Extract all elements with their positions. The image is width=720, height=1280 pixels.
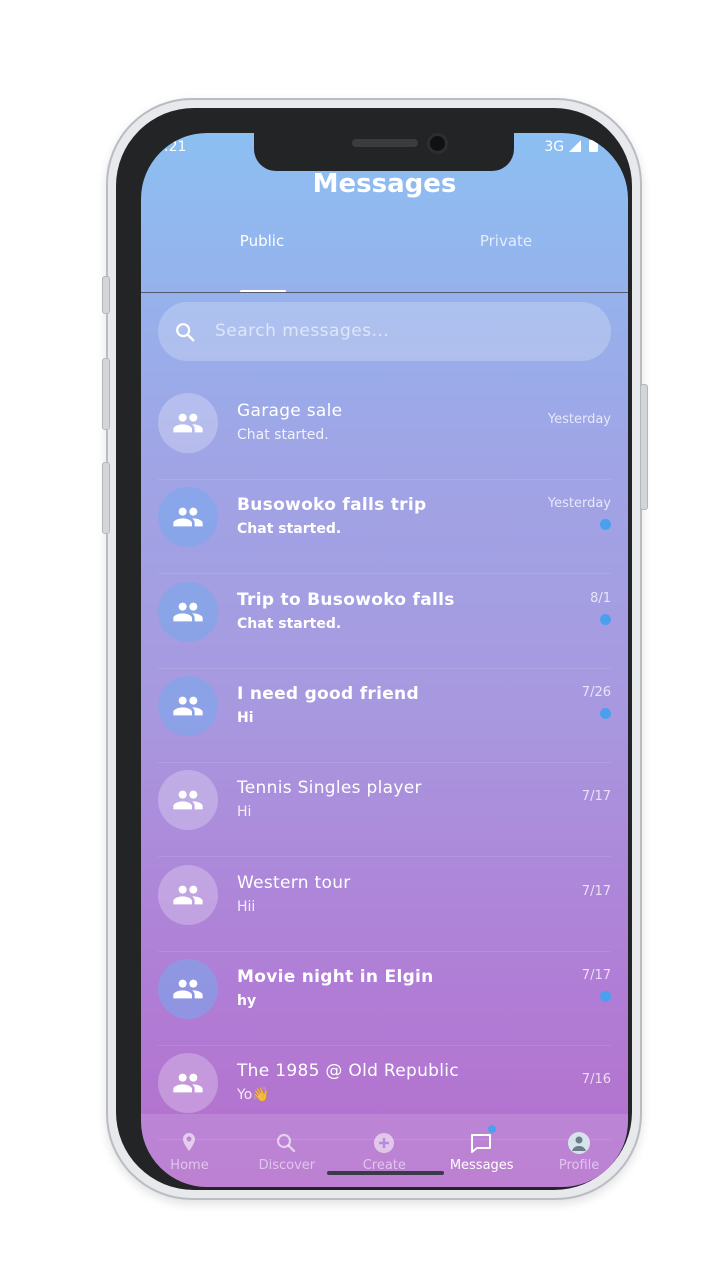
silent-switch (102, 276, 110, 314)
conversation-time: 8/1 (590, 590, 611, 606)
nav-item-discover[interactable]: Discover (238, 1114, 335, 1187)
search-icon (274, 1131, 298, 1155)
conversation-time: Yesterday (547, 496, 611, 512)
conversation-time: 7/17 (581, 789, 611, 805)
speaker (352, 139, 418, 147)
home-indicator (327, 1171, 444, 1175)
plus-circle-icon (372, 1131, 396, 1155)
conversation-preview: Chat started. (237, 615, 342, 632)
signal-icon (568, 140, 581, 152)
search-input[interactable]: Search messages... (215, 321, 389, 341)
conversation-preview: Chat started. (237, 521, 342, 538)
profile-avatar-icon (567, 1131, 591, 1155)
unread-dot (600, 613, 611, 625)
conversation-preview: Chat started. (237, 427, 329, 443)
volume-down-button (102, 462, 110, 534)
front-camera (430, 136, 445, 151)
tab-private[interactable]: Private (446, 232, 566, 250)
network-type: 3G (544, 139, 565, 155)
conversation-time: Yesterday (547, 412, 611, 427)
conversation-row[interactable]: Trip to Busowoko falls Chat started. 8/1 (158, 574, 611, 669)
search-icon (176, 323, 195, 342)
conversation-row[interactable]: Tennis Singles player Hi 7/17 (158, 762, 611, 858)
conversation-time: 7/26 (581, 684, 611, 700)
conversation-preview: hy (237, 992, 257, 1009)
nav-item-create[interactable]: Create (336, 1114, 433, 1187)
page-title: Messages (312, 169, 457, 199)
unread-dot (600, 707, 611, 719)
conversation-row[interactable]: I need good friend Hi 7/26 (158, 668, 611, 763)
group-avatar (158, 581, 218, 642)
nav-item-profile[interactable]: Profile (531, 1114, 628, 1187)
group-avatar (158, 864, 218, 925)
nav-item-home[interactable]: Home (141, 1114, 238, 1187)
status-network: 3G (544, 139, 598, 155)
conversation-title: Garage sale (237, 401, 343, 421)
unread-dot (600, 990, 611, 1002)
conversation-title: The 1985 @ Old Republic (237, 1061, 459, 1082)
chat-bubble-icon (469, 1131, 493, 1155)
location-pin-icon (177, 1131, 201, 1155)
conversation-preview: Hii (237, 898, 256, 915)
conversation-time: 7/17 (581, 967, 611, 983)
group-avatar (158, 487, 218, 548)
conversation-row[interactable]: Movie night in Elgin hy 7/17 (158, 951, 611, 1046)
app-screen: 3:21 3G Messages Public Private Search m… (141, 133, 628, 1187)
conversation-row[interactable]: Busowoko falls trip Chat started. Yesterda… (158, 479, 611, 575)
conversation-time: 7/16 (581, 1072, 611, 1088)
conversation-row[interactable]: Western tour Hii 7/17 (158, 857, 611, 952)
battery-icon (589, 139, 598, 152)
group-avatar (158, 393, 218, 453)
conversation-preview: Hi (237, 804, 252, 821)
status-time: 3:21 (155, 139, 187, 155)
tab-public[interactable]: Public (202, 232, 322, 250)
power-button (640, 384, 648, 510)
notch (254, 133, 514, 171)
conversation-title: Busowoko falls trip (237, 495, 427, 516)
nav-label: Profile (558, 1158, 600, 1173)
nav-label: Messages (449, 1158, 514, 1173)
search-bar[interactable]: Search messages... (158, 302, 611, 361)
bottom-nav: Home Discover Create Messages Profile (141, 1114, 628, 1187)
conversation-row[interactable]: Garage sale Chat started. Yesterday (158, 385, 611, 480)
phone-bezel: 3:21 3G Messages Public Private Search m… (116, 108, 632, 1190)
conversation-time: 7/17 (581, 883, 611, 899)
volume-up-button (102, 358, 110, 430)
conversation-title: Movie night in Elgin (237, 966, 434, 987)
conversation-preview: Yo👋 (237, 1087, 270, 1104)
unread-dot (600, 519, 611, 531)
conversation-title: Trip to Busowoko falls (237, 589, 455, 610)
conversation-preview: Hi (237, 709, 254, 726)
nav-label: Discover (258, 1158, 316, 1173)
tab-divider (141, 292, 628, 293)
nav-label: Home (170, 1158, 209, 1173)
group-avatar (158, 1053, 218, 1114)
notification-badge (488, 1125, 497, 1133)
nav-item-messages[interactable]: Messages (433, 1114, 530, 1187)
phone-frame: 3:21 3G Messages Public Private Search m… (102, 98, 648, 1200)
group-avatar (158, 675, 218, 736)
group-avatar (158, 770, 218, 831)
conversation-title: I need good friend (237, 683, 419, 704)
conversation-title: Tennis Singles player (237, 778, 422, 799)
group-avatar (158, 958, 218, 1019)
conversation-title: Western tour (237, 872, 351, 893)
